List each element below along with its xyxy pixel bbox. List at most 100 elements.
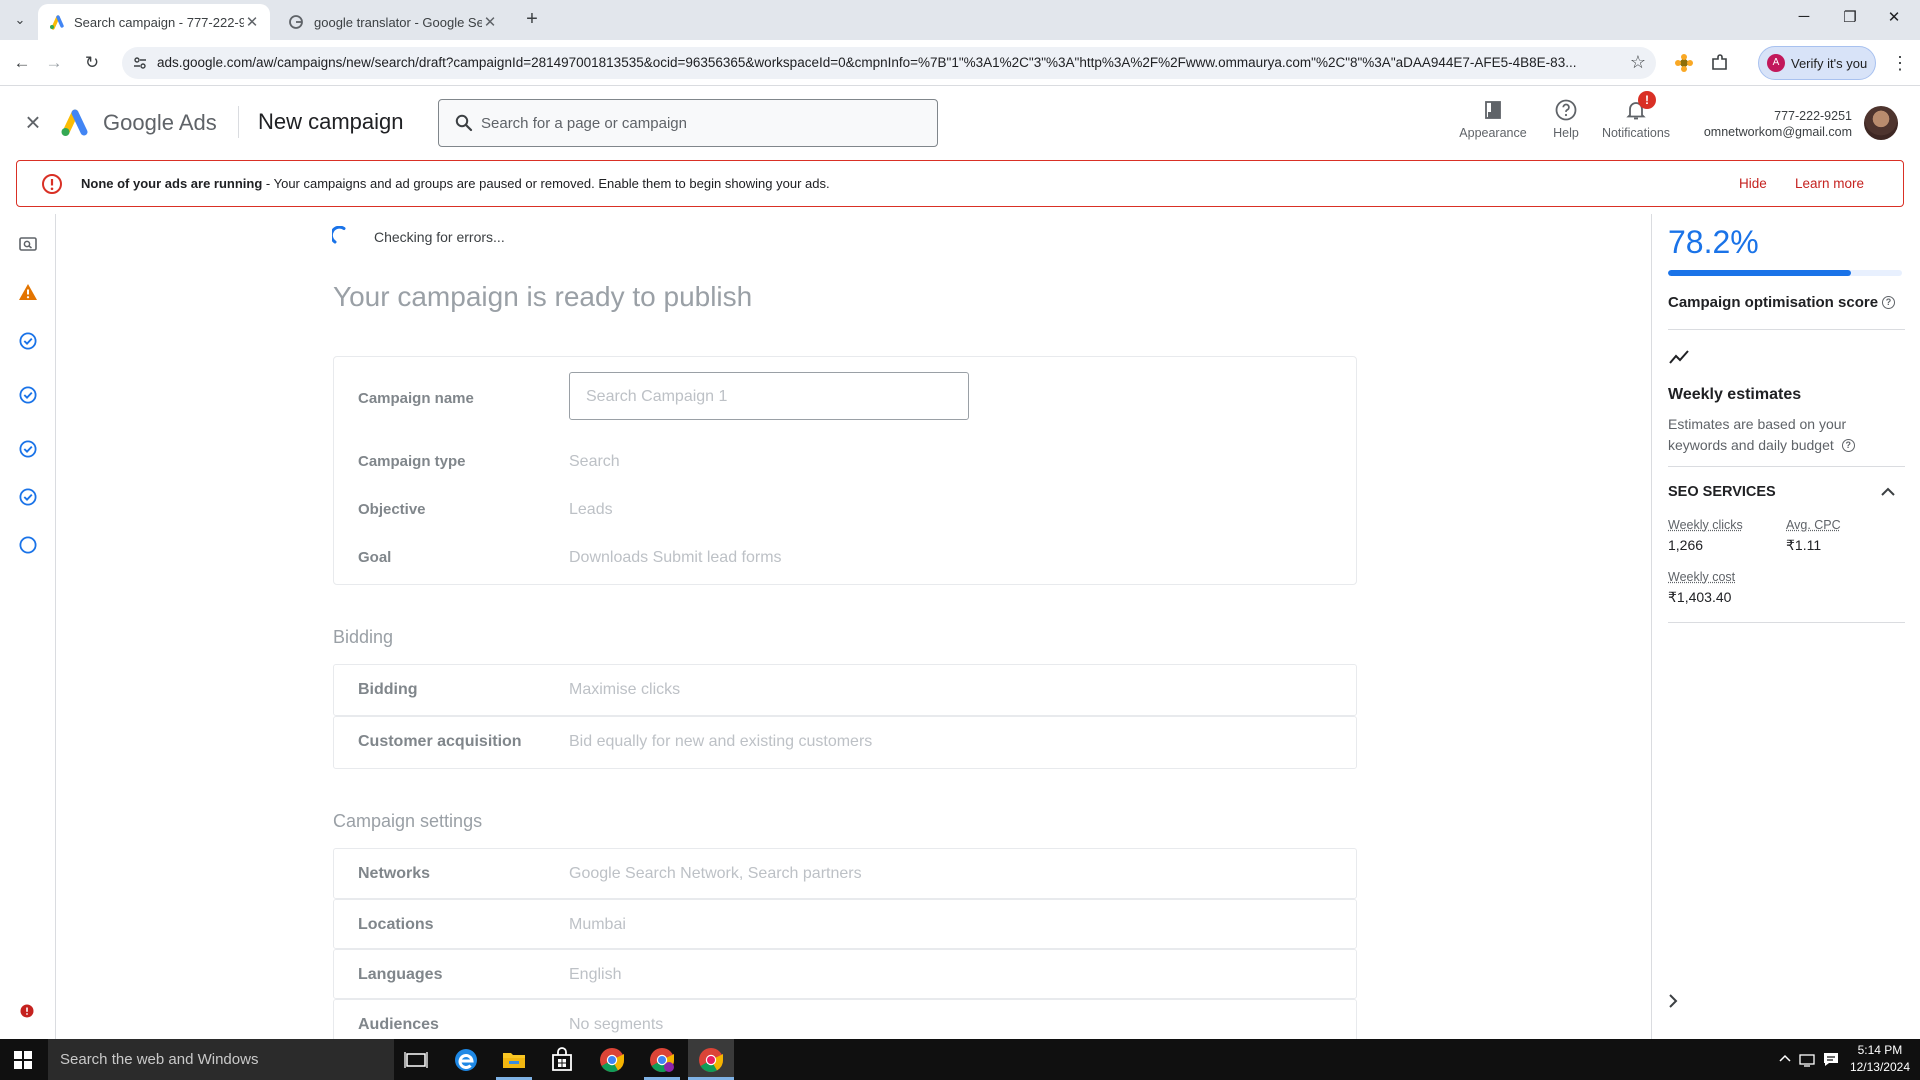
browser-menu-icon[interactable]: ⋮ [1890, 52, 1910, 74]
extension-flower-icon[interactable] [1673, 52, 1695, 74]
restore-icon[interactable]: ❐ [1836, 8, 1864, 32]
file-explorer-icon[interactable] [500, 1046, 528, 1074]
optimisation-score-label: Campaign optimisation score [1668, 294, 1879, 311]
campaign-name-field[interactable] [569, 372, 969, 420]
step-complete-check-icon[interactable] [18, 487, 38, 507]
minimize-icon[interactable]: ─ [1790, 8, 1818, 32]
trending-line-icon [1669, 350, 1689, 364]
networks-row[interactable]: Networks Google Search Network, Search p… [333, 848, 1357, 899]
search-icon [455, 114, 473, 132]
system-clock[interactable]: 5:14 PM 12/13/2024 [1850, 1042, 1910, 1076]
windows-start-icon[interactable] [14, 1051, 32, 1069]
google-ads-logo-icon[interactable] [58, 106, 92, 138]
edge-browser-icon[interactable] [452, 1046, 480, 1074]
active-app-highlight[interactable] [688, 1039, 734, 1080]
forward-arrow-icon[interactable]: → [42, 51, 66, 75]
chevron-right-icon[interactable] [1664, 990, 1682, 1012]
account-info[interactable]: 777-222-9251 omnetworkom@gmail.com [1704, 108, 1852, 140]
step-complete-check-icon[interactable] [18, 385, 38, 405]
optimisation-score-fill [1668, 270, 1851, 276]
ads-not-running-alert: None of your ads are running - Your camp… [16, 160, 1904, 207]
bookmark-star-icon[interactable]: ☆ [1630, 52, 1646, 73]
learn-more-link[interactable]: Learn more [1795, 176, 1864, 191]
languages-value: English [569, 966, 622, 983]
locations-row[interactable]: Locations Mumbai [333, 899, 1357, 949]
action-center-icon[interactable] [1822, 1050, 1840, 1068]
extensions-puzzle-icon[interactable] [1709, 52, 1731, 74]
step-complete-check-icon[interactable] [18, 331, 38, 351]
error-dot-icon[interactable] [20, 1004, 34, 1018]
user-avatar[interactable] [1864, 106, 1898, 140]
goal-value: Downloads Submit lead forms [569, 549, 782, 566]
back-arrow-icon[interactable]: ← [10, 51, 34, 75]
audiences-value: No segments [569, 1016, 664, 1033]
window-close-icon[interactable]: ✕ [1880, 8, 1908, 32]
weekly-clicks-value: 1,266 [1668, 537, 1704, 553]
chrome-profile-icon[interactable] [648, 1046, 676, 1074]
network-icon[interactable] [1798, 1050, 1816, 1068]
warning-triangle-icon[interactable] [18, 282, 38, 302]
browser-tab-search-campaign[interactable]: Search campaign - 777-222-92 ✕ [38, 4, 270, 40]
task-view-icon[interactable] [402, 1046, 430, 1074]
help-circle-icon[interactable]: ? [1882, 296, 1896, 309]
weekly-cost-label[interactable]: Weekly cost [1668, 570, 1735, 584]
tray-chevron-up-icon[interactable] [1776, 1050, 1794, 1068]
languages-row[interactable]: Languages English [333, 949, 1357, 999]
tab-search-chevron-icon[interactable]: ⌄ [8, 8, 32, 32]
networks-label: Networks [358, 865, 431, 882]
campaign-name-input[interactable] [586, 385, 946, 409]
step-complete-check-icon[interactable] [18, 439, 38, 459]
appearance-button[interactable]: Appearance [1454, 98, 1532, 146]
profile-avatar: A [1767, 54, 1785, 72]
page-search-box[interactable] [438, 99, 938, 147]
browser-tab-google-translator[interactable]: google translator - Google Sea ✕ [278, 4, 508, 40]
taskbar-search-box[interactable]: Search the web and Windows [48, 1039, 394, 1080]
notifications-label: Notifications [1601, 126, 1671, 140]
weekly-cost-value: ₹1,403.40 [1668, 589, 1732, 605]
address-bar[interactable]: ads.google.com/aw/campaigns/new/search/d… [122, 47, 1656, 79]
clock-time: 5:14 PM [1857, 1043, 1903, 1057]
campaign-name-row: Campaign name [334, 357, 1356, 437]
hide-alert-link[interactable]: Hide [1739, 176, 1767, 191]
optimisation-score-bar [1668, 270, 1902, 276]
help-circle-icon[interactable]: ? [1841, 439, 1855, 452]
reload-icon[interactable]: ↻ [80, 51, 104, 75]
verify-profile-button[interactable]: A Verify it's you [1758, 46, 1876, 80]
store-bag-icon[interactable] [548, 1046, 576, 1074]
campaign-type-row: Campaign type Search [334, 453, 1356, 483]
help-button[interactable]: Help [1546, 98, 1586, 146]
search-input[interactable] [481, 110, 921, 136]
bidding-row[interactable]: Bidding Maximise clicks [333, 664, 1357, 716]
chevron-up-icon[interactable] [1878, 482, 1898, 502]
account-phone: 777-222-9251 [1774, 109, 1852, 123]
google-ads-favicon-icon [50, 15, 64, 30]
goal-label: Goal [358, 549, 392, 566]
url-text: ads.google.com/aw/campaigns/new/search/d… [157, 55, 1577, 70]
close-icon[interactable]: × [20, 109, 46, 136]
locations-value: Mumbai [569, 916, 626, 933]
google-g-favicon-icon [289, 15, 303, 29]
audiences-row[interactable]: Audiences No segments [333, 999, 1357, 1039]
weekly-clicks-label[interactable]: Weekly clicks [1668, 518, 1743, 532]
new-tab-plus-icon[interactable]: + [520, 8, 544, 32]
notifications-button[interactable]: Notifications [1596, 98, 1676, 146]
weekly-estimates-text: Estimates are based on your keywords and… [1668, 416, 1847, 453]
site-info-icon[interactable] [132, 55, 148, 71]
help-icon [1555, 99, 1577, 121]
customer-acquisition-row[interactable]: Customer acquisition Bid equally for new… [333, 716, 1357, 769]
appearance-icon [1485, 101, 1501, 119]
chrome-icon[interactable] [598, 1046, 626, 1074]
objective-label: Objective [358, 501, 426, 518]
step-pending-circle-icon[interactable] [18, 535, 38, 555]
avg-cpc-label[interactable]: Avg. CPC [1786, 518, 1841, 532]
help-label: Help [1553, 126, 1579, 140]
ads-header: × Google Ads New campaign Appearance Hel… [0, 86, 1920, 160]
loading-spinner-icon [332, 226, 346, 244]
checking-text: Checking for errors... [374, 229, 505, 245]
weekly-clicks-metric: Weekly clicks 1,266 [1668, 518, 1743, 553]
notification-badge: ! [1638, 91, 1656, 109]
review-search-icon[interactable] [18, 234, 38, 254]
clock-date: 12/13/2024 [1849, 1060, 1910, 1074]
tab-close-icon[interactable]: ✕ [244, 13, 260, 31]
tab-close-icon[interactable]: ✕ [482, 13, 498, 31]
